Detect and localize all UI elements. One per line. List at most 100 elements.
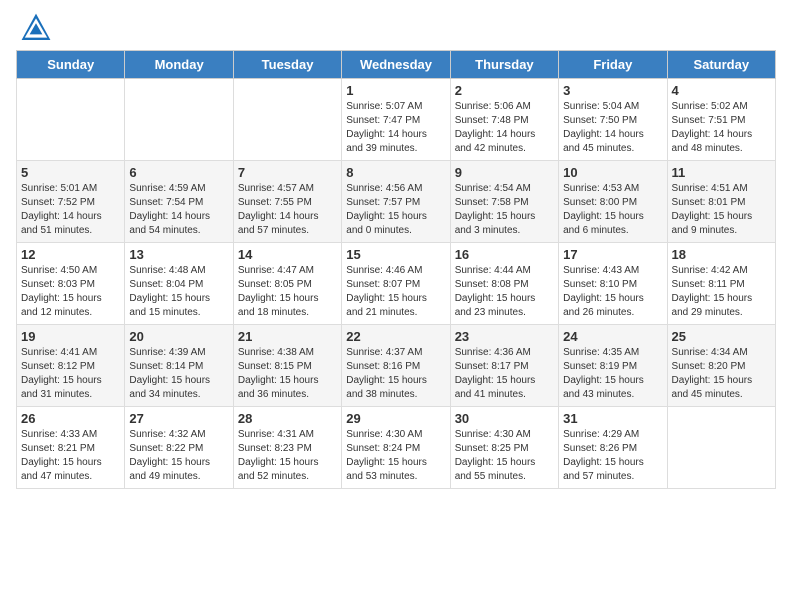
day-number: 22 [346,329,445,344]
day-number: 11 [672,165,771,180]
calendar-day-4: 4 Sunrise: 5:02 AM Sunset: 7:51 PM Daylig… [667,79,775,161]
calendar-day-28: 28 Sunrise: 4:31 AM Sunset: 8:23 PM Dayli… [233,407,341,489]
day-number: 7 [238,165,337,180]
calendar-day-19: 19 Sunrise: 4:41 AM Sunset: 8:12 PM Dayli… [17,325,125,407]
calendar-day-21: 21 Sunrise: 4:38 AM Sunset: 8:15 PM Dayli… [233,325,341,407]
calendar-day-8: 8Sunrise: 4:56 AM Sunset: 7:57 PM Daylig… [342,161,450,243]
day-number: 19 [21,329,120,344]
day-number: 24 [563,329,662,344]
day-info: Sunrise: 5:06 AM Sunset: 7:48 PM Dayligh… [455,100,554,156]
day-info: Sunrise: 4:36 AM Sunset: 8:17 PM Dayligh… [455,346,554,402]
calendar-day-6: 6Sunrise: 4:59 AM Sunset: 7:54 PM Daylig… [125,161,233,243]
day-number: 28 [238,411,337,426]
day-number: 27 [129,411,228,426]
day-number: 10 [563,165,662,180]
day-info: Sunrise: 4:47 AM Sunset: 8:05 PM Dayligh… [238,264,337,320]
calendar-day-3: 3 Sunrise: 5:04 AM Sunset: 7:50 PM Daylig… [559,79,667,161]
day-number: 20 [129,329,228,344]
calendar-day-12: 12Sunrise: 4:50 AM Sunset: 8:03 PM Dayli… [17,243,125,325]
day-info: Sunrise: 4:39 AM Sunset: 8:14 PM Dayligh… [129,346,228,402]
day-info: Sunrise: 4:48 AM Sunset: 8:04 PM Dayligh… [129,264,228,320]
col-header-tuesday: Tuesday [233,51,341,79]
col-header-friday: Friday [559,51,667,79]
day-number: 16 [455,247,554,262]
calendar-day-22: 22 Sunrise: 4:37 AM Sunset: 8:16 PM Dayli… [342,325,450,407]
day-number: 18 [672,247,771,262]
calendar-day-2: 2 Sunrise: 5:06 AM Sunset: 7:48 PM Daylig… [450,79,558,161]
col-header-monday: Monday [125,51,233,79]
calendar-day-10: 10 Sunrise: 4:53 AM Sunset: 8:00 PM Dayli… [559,161,667,243]
col-header-saturday: Saturday [667,51,775,79]
day-number: 25 [672,329,771,344]
calendar-day-7: 7 Sunrise: 4:57 AM Sunset: 7:55 PM Daylig… [233,161,341,243]
day-info: Sunrise: 4:46 AM Sunset: 8:07 PM Dayligh… [346,264,445,320]
logo [20,12,56,44]
calendar-day-18: 18 Sunrise: 4:42 AM Sunset: 8:11 PM Dayli… [667,243,775,325]
day-info: Sunrise: 4:32 AM Sunset: 8:22 PM Dayligh… [129,428,228,484]
col-header-wednesday: Wednesday [342,51,450,79]
day-info: Sunrise: 4:53 AM Sunset: 8:00 PM Dayligh… [563,182,662,238]
day-number: 1 [346,83,445,98]
day-info: Sunrise: 4:59 AM Sunset: 7:54 PM Dayligh… [129,182,228,238]
calendar-table: SundayMondayTuesdayWednesdayThursdayFrid… [16,50,776,489]
day-info: Sunrise: 4:41 AM Sunset: 8:12 PM Dayligh… [21,346,120,402]
day-number: 13 [129,247,228,262]
day-info: Sunrise: 5:02 AM Sunset: 7:51 PM Dayligh… [672,100,771,156]
calendar-day-20: 20 Sunrise: 4:39 AM Sunset: 8:14 PM Dayli… [125,325,233,407]
calendar-empty-cell [17,79,125,161]
day-number: 4 [672,83,771,98]
calendar-day-25: 25 Sunrise: 4:34 AM Sunset: 8:20 PM Dayli… [667,325,775,407]
calendar-day-5: 5Sunrise: 5:01 AM Sunset: 7:52 PM Daylig… [17,161,125,243]
day-number: 2 [455,83,554,98]
day-info: Sunrise: 4:43 AM Sunset: 8:10 PM Dayligh… [563,264,662,320]
calendar-day-31: 31 Sunrise: 4:29 AM Sunset: 8:26 PM Dayli… [559,407,667,489]
calendar-week-2: 5Sunrise: 5:01 AM Sunset: 7:52 PM Daylig… [17,161,776,243]
day-info: Sunrise: 5:04 AM Sunset: 7:50 PM Dayligh… [563,100,662,156]
day-info: Sunrise: 4:57 AM Sunset: 7:55 PM Dayligh… [238,182,337,238]
day-info: Sunrise: 4:35 AM Sunset: 8:19 PM Dayligh… [563,346,662,402]
calendar-week-4: 19 Sunrise: 4:41 AM Sunset: 8:12 PM Dayli… [17,325,776,407]
day-number: 21 [238,329,337,344]
logo-icon [20,12,52,44]
calendar-day-29: 29 Sunrise: 4:30 AM Sunset: 8:24 PM Dayli… [342,407,450,489]
calendar-week-5: 26 Sunrise: 4:33 AM Sunset: 8:21 PM Dayli… [17,407,776,489]
day-number: 12 [21,247,120,262]
day-info: Sunrise: 4:54 AM Sunset: 7:58 PM Dayligh… [455,182,554,238]
day-info: Sunrise: 4:31 AM Sunset: 8:23 PM Dayligh… [238,428,337,484]
day-number: 31 [563,411,662,426]
day-info: Sunrise: 4:37 AM Sunset: 8:16 PM Dayligh… [346,346,445,402]
calendar-empty-cell [125,79,233,161]
calendar-empty-cell [233,79,341,161]
day-number: 17 [563,247,662,262]
calendar-empty-cell [667,407,775,489]
calendar-day-30: 30Sunrise: 4:30 AM Sunset: 8:25 PM Dayli… [450,407,558,489]
day-number: 23 [455,329,554,344]
calendar-week-1: 1 Sunrise: 5:07 AM Sunset: 7:47 PM Daylig… [17,79,776,161]
day-number: 3 [563,83,662,98]
day-info: Sunrise: 4:30 AM Sunset: 8:25 PM Dayligh… [455,428,554,484]
calendar-day-15: 15 Sunrise: 4:46 AM Sunset: 8:07 PM Dayli… [342,243,450,325]
day-info: Sunrise: 4:34 AM Sunset: 8:20 PM Dayligh… [672,346,771,402]
day-info: Sunrise: 4:51 AM Sunset: 8:01 PM Dayligh… [672,182,771,238]
calendar-wrapper: SundayMondayTuesdayWednesdayThursdayFrid… [0,50,792,497]
calendar-day-1: 1 Sunrise: 5:07 AM Sunset: 7:47 PM Daylig… [342,79,450,161]
day-info: Sunrise: 4:44 AM Sunset: 8:08 PM Dayligh… [455,264,554,320]
day-info: Sunrise: 5:07 AM Sunset: 7:47 PM Dayligh… [346,100,445,156]
calendar-week-3: 12Sunrise: 4:50 AM Sunset: 8:03 PM Dayli… [17,243,776,325]
day-number: 26 [21,411,120,426]
day-info: Sunrise: 4:33 AM Sunset: 8:21 PM Dayligh… [21,428,120,484]
calendar-day-26: 26 Sunrise: 4:33 AM Sunset: 8:21 PM Dayli… [17,407,125,489]
day-info: Sunrise: 4:38 AM Sunset: 8:15 PM Dayligh… [238,346,337,402]
day-number: 29 [346,411,445,426]
day-info: Sunrise: 4:29 AM Sunset: 8:26 PM Dayligh… [563,428,662,484]
calendar-day-17: 17 Sunrise: 4:43 AM Sunset: 8:10 PM Dayli… [559,243,667,325]
day-info: Sunrise: 5:01 AM Sunset: 7:52 PM Dayligh… [21,182,120,238]
calendar-day-13: 13 Sunrise: 4:48 AM Sunset: 8:04 PM Dayli… [125,243,233,325]
day-number: 14 [238,247,337,262]
day-info: Sunrise: 4:42 AM Sunset: 8:11 PM Dayligh… [672,264,771,320]
day-number: 15 [346,247,445,262]
day-info: Sunrise: 4:30 AM Sunset: 8:24 PM Dayligh… [346,428,445,484]
col-header-thursday: Thursday [450,51,558,79]
calendar-day-16: 16 Sunrise: 4:44 AM Sunset: 8:08 PM Dayli… [450,243,558,325]
page-container: SundayMondayTuesdayWednesdayThursdayFrid… [0,0,792,497]
